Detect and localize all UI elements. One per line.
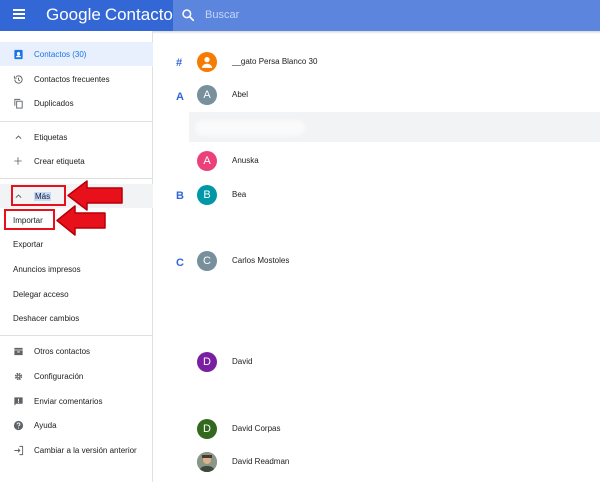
brand-google: Google bbox=[46, 5, 101, 24]
sidebar-item-label: Crear etiqueta bbox=[34, 156, 85, 166]
chevron-up-icon bbox=[12, 131, 24, 143]
sidebar-item-label: Delegar acceso bbox=[13, 289, 69, 299]
avatar: A bbox=[197, 151, 217, 171]
annotation-box-more bbox=[11, 185, 66, 206]
sidebar-item-other-contacts[interactable]: Otros contactos bbox=[0, 339, 153, 363]
contact-row[interactable]: C Carlos Mostoles bbox=[189, 246, 600, 276]
avatar: C bbox=[197, 251, 217, 271]
menu-icon[interactable] bbox=[13, 9, 25, 19]
sidebar-item-label: Etiquetas bbox=[34, 132, 68, 142]
sidebar-item-label: Otros contactos bbox=[34, 346, 91, 356]
letter-header: # bbox=[176, 57, 183, 69]
sidebar-item-delegate[interactable]: Delegar acceso bbox=[0, 282, 153, 306]
sidebar-item-settings[interactable]: Configuración bbox=[0, 364, 153, 388]
sidebar-item-label: Cambiar a la versión anterior bbox=[34, 445, 137, 455]
redacted-name bbox=[195, 120, 305, 136]
contact-name: David bbox=[232, 357, 253, 366]
contact-row[interactable]: D David Corpas bbox=[189, 414, 600, 444]
contact-name: Bea bbox=[232, 190, 247, 199]
annotation-arrow-icon bbox=[56, 205, 106, 236]
annotation-box-import bbox=[4, 209, 55, 230]
sidebar-item-contacts[interactable]: Contactos (30) bbox=[0, 42, 153, 66]
header-brand-area: Google Contactos bbox=[0, 0, 181, 31]
contact-name: __gato Persa Blanco 30 bbox=[232, 57, 318, 66]
contact-name: Abel bbox=[232, 90, 249, 99]
brand-product: Contactos bbox=[104, 5, 182, 24]
avatar: D bbox=[197, 352, 217, 372]
letter-header: B bbox=[176, 190, 184, 202]
sidebar-item-print[interactable]: Anuncios impresos bbox=[0, 257, 153, 281]
contact-row[interactable]: A Abel bbox=[189, 80, 600, 110]
help-icon bbox=[12, 419, 24, 431]
contact-row[interactable]: A Anuska bbox=[189, 146, 600, 176]
photo-avatar-icon bbox=[197, 452, 217, 472]
contact-name: Anuska bbox=[232, 156, 259, 165]
contact-name: David Corpas bbox=[232, 424, 281, 433]
contact-list: # A B C __gato Persa Blanco 30 A Abel A … bbox=[153, 34, 600, 482]
exit-icon bbox=[12, 444, 24, 456]
contact-row[interactable]: __gato Persa Blanco 30 bbox=[189, 47, 600, 77]
sidebar-item-frequent[interactable]: Contactos frecuentes bbox=[0, 67, 153, 91]
contact-name: David Readman bbox=[232, 457, 290, 466]
sidebar-item-label: Contactos frecuentes bbox=[34, 74, 110, 84]
search-icon[interactable] bbox=[181, 8, 195, 22]
sidebar-item-labels[interactable]: Etiquetas bbox=[0, 125, 153, 149]
avatar bbox=[197, 452, 217, 472]
search-bar[interactable] bbox=[173, 0, 600, 31]
sidebar-item-label: Enviar comentarios bbox=[34, 396, 103, 406]
person-icon bbox=[12, 48, 24, 60]
avatar: B bbox=[197, 185, 217, 205]
sidebar-item-create-label[interactable]: Crear etiqueta bbox=[0, 149, 153, 173]
sidebar-item-label: Ayuda bbox=[34, 420, 57, 430]
contact-row[interactable]: B Bea bbox=[189, 180, 600, 210]
sidebar-item-duplicates[interactable]: Duplicados bbox=[0, 91, 153, 115]
avatar: D bbox=[197, 419, 217, 439]
app-logo[interactable]: Google Contactos bbox=[46, 5, 181, 25]
contact-row[interactable]: D David bbox=[189, 347, 600, 377]
search-input[interactable] bbox=[205, 5, 585, 25]
gear-icon bbox=[12, 370, 24, 382]
sidebar-item-label: Contactos (30) bbox=[34, 49, 87, 59]
sidebar-item-undo[interactable]: Deshacer cambios bbox=[0, 306, 153, 330]
sidebar: Contactos (30) Contactos frecuentes Dupl… bbox=[0, 31, 153, 482]
avatar bbox=[197, 52, 217, 72]
sidebar-item-label: Anuncios impresos bbox=[13, 264, 81, 274]
contact-name: Carlos Mostoles bbox=[232, 256, 290, 265]
letter-header: C bbox=[176, 257, 184, 269]
copy-icon bbox=[12, 97, 24, 109]
feedback-icon bbox=[12, 395, 24, 407]
sidebar-item-classic-version[interactable]: Cambiar a la versión anterior bbox=[0, 438, 153, 462]
sidebar-item-help[interactable]: Ayuda bbox=[0, 413, 153, 437]
archive-icon bbox=[12, 345, 24, 357]
sidebar-item-label: Duplicados bbox=[34, 98, 74, 108]
person-icon bbox=[201, 57, 213, 68]
history-icon bbox=[12, 73, 24, 85]
avatar: A bbox=[197, 85, 217, 105]
letter-header: A bbox=[176, 91, 184, 103]
plus-icon bbox=[12, 155, 24, 167]
sidebar-item-label: Deshacer cambios bbox=[13, 313, 80, 323]
sidebar-divider bbox=[0, 121, 153, 122]
sidebar-item-feedback[interactable]: Enviar comentarios bbox=[0, 389, 153, 413]
contact-row[interactable]: David Readman bbox=[189, 447, 600, 477]
sidebar-divider bbox=[0, 335, 153, 336]
sidebar-item-label: Configuración bbox=[34, 371, 84, 381]
sidebar-item-label: Exportar bbox=[13, 239, 44, 249]
